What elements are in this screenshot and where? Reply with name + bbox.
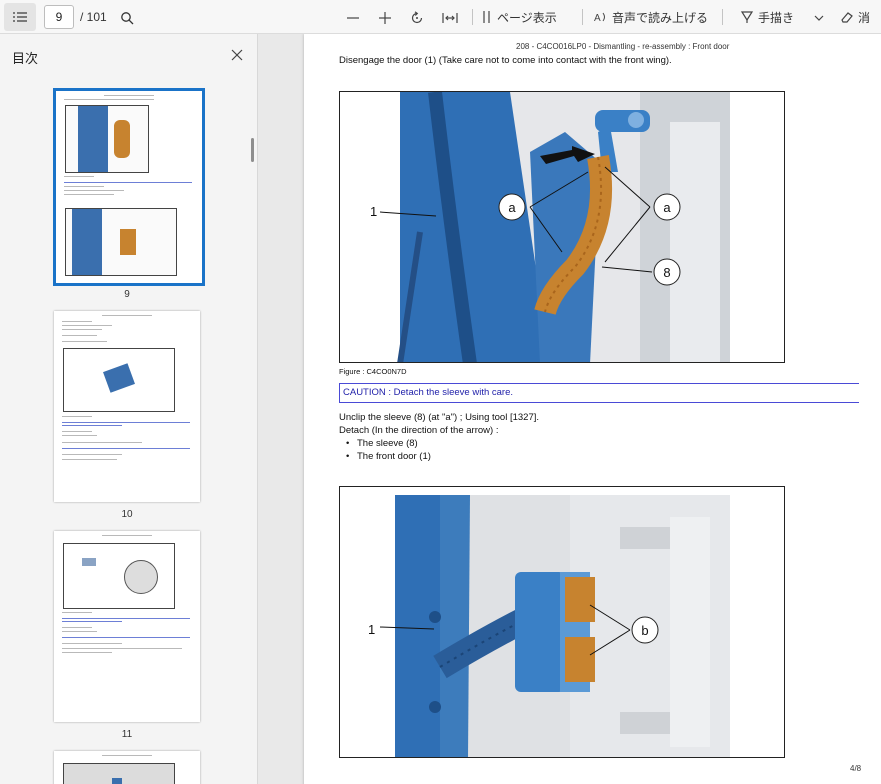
callout-b: b bbox=[641, 623, 648, 638]
read-aloud-icon: A bbox=[594, 12, 605, 24]
sidebar-close-button[interactable] bbox=[228, 46, 246, 64]
toolbar-divider bbox=[472, 9, 473, 25]
list-item: The front door (1) bbox=[346, 451, 431, 464]
page-view-icon bbox=[483, 11, 490, 23]
page-thumbnail-label: 9 bbox=[124, 289, 130, 300]
page-thumbnail-11[interactable] bbox=[54, 531, 200, 722]
figure-door-connector: 1 b bbox=[339, 486, 785, 758]
toc-toggle-button[interactable] bbox=[4, 3, 36, 31]
toolbar-divider bbox=[722, 9, 723, 25]
callout-a: a bbox=[508, 200, 516, 215]
page-thumbnail-label: 11 bbox=[121, 729, 133, 740]
document-viewer: 208 - C4CO016LP0 - Dismantling - re-asse… bbox=[259, 34, 881, 784]
zoom-in-button[interactable] bbox=[374, 4, 396, 32]
page-number-input[interactable]: 9 bbox=[44, 5, 74, 29]
page-thumbnail-12[interactable] bbox=[54, 751, 200, 784]
chevron-down-icon bbox=[814, 15, 824, 21]
draw-options-dropdown[interactable] bbox=[812, 4, 826, 32]
close-icon bbox=[231, 49, 243, 61]
fit-width-button[interactable] bbox=[438, 4, 462, 32]
draw-label: 手描き bbox=[758, 10, 795, 25]
page-thumbnail-9[interactable] bbox=[53, 88, 205, 286]
svg-text:A: A bbox=[594, 13, 601, 24]
plus-icon bbox=[379, 12, 391, 24]
search-icon bbox=[121, 12, 134, 25]
callout-1: 1 bbox=[368, 622, 375, 637]
search-button[interactable] bbox=[116, 4, 138, 32]
sidebar-scrollbar[interactable] bbox=[251, 138, 254, 162]
list-item: The sleeve (8) bbox=[346, 438, 431, 451]
bullet-list: The sleeve (8) The front door (1) bbox=[346, 438, 431, 464]
rotate-button[interactable] bbox=[406, 4, 428, 32]
erase-label: 消 bbox=[858, 10, 871, 25]
page-view-label: ページ表示 bbox=[497, 10, 557, 25]
instruction-text: Detach (In the direction of the arrow) : bbox=[339, 425, 499, 436]
caution-box: CAUTION : Detach the sleeve with care. bbox=[339, 383, 859, 403]
minus-icon bbox=[347, 17, 359, 19]
page-thumbnail-10[interactable] bbox=[54, 311, 200, 502]
page-total: / 101 bbox=[80, 10, 107, 24]
instruction-text: Unclip the sleeve (8) (at "a") ; Using t… bbox=[339, 412, 540, 423]
pdf-page: 208 - C4CO016LP0 - Dismantling - re-asse… bbox=[304, 34, 881, 784]
pdf-toolbar: 9 / 101 ページ表示 A 音声で読み上げる 手描き 消 bbox=[0, 0, 881, 34]
rotate-icon bbox=[411, 11, 423, 24]
page-view-button[interactable]: ページ表示 bbox=[482, 4, 557, 30]
fit-width-icon bbox=[442, 13, 458, 23]
callout-a: a bbox=[663, 200, 671, 215]
figure-caption: Figure : C4CO0N7D bbox=[339, 367, 407, 376]
figure-2-illustration: 1 b bbox=[368, 495, 730, 757]
toc-sidebar: 目次 9 10 11 bbox=[0, 34, 258, 784]
toolbar-divider bbox=[582, 9, 583, 25]
draw-button[interactable]: 手描き bbox=[740, 4, 794, 30]
page-header: 208 - C4CO016LP0 - Dismantling - re-asse… bbox=[516, 42, 730, 51]
figure-1-illustration: 1 a a 8 bbox=[370, 92, 730, 362]
page-number: 4/8 bbox=[850, 764, 862, 773]
read-aloud-label: 音声で読み上げる bbox=[612, 10, 709, 25]
page-thumbnail-label: 10 bbox=[121, 509, 133, 520]
zoom-out-button[interactable] bbox=[342, 4, 364, 32]
pen-icon bbox=[740, 11, 754, 23]
read-aloud-button[interactable]: A 音声で読み上げる bbox=[594, 4, 708, 30]
instruction-text: Disengage the door (1) (Take care not to… bbox=[339, 55, 672, 66]
callout-8: 8 bbox=[663, 265, 670, 280]
eraser-icon bbox=[841, 12, 853, 23]
erase-button[interactable]: 消 bbox=[840, 4, 870, 30]
caution-text: CAUTION : Detach the sleeve with care. bbox=[343, 387, 514, 398]
callout-1: 1 bbox=[370, 204, 377, 219]
list-icon bbox=[13, 12, 27, 22]
figure-door-sleeve: 1 a a 8 bbox=[339, 91, 785, 363]
sidebar-title: 目次 bbox=[12, 51, 39, 66]
